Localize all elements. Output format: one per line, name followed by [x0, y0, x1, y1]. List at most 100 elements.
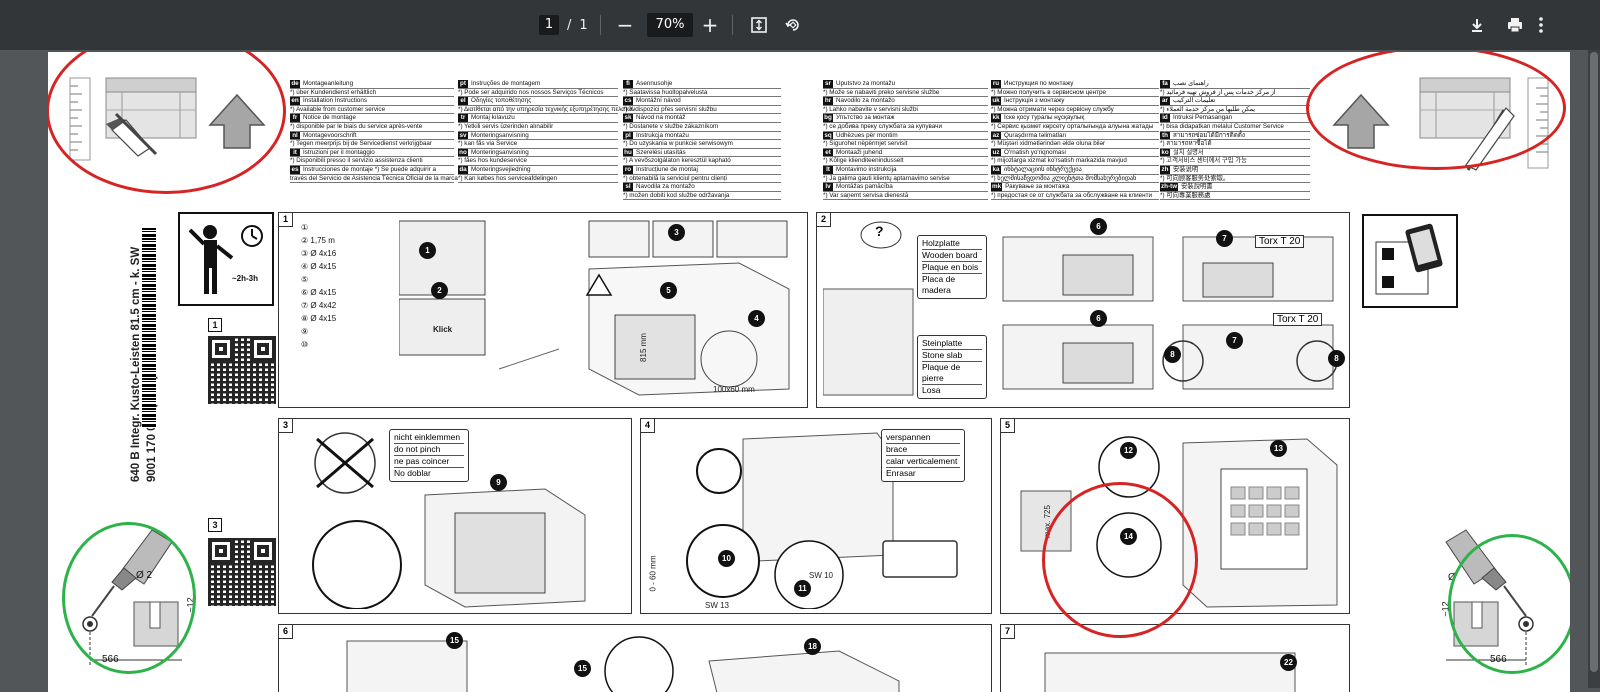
lang-code: pt	[458, 80, 468, 88]
rotate-button[interactable]	[780, 12, 806, 38]
lang-code: uz	[991, 148, 1001, 157]
badge-6a: 6	[1090, 218, 1107, 235]
stone-label-en: Stone slab	[922, 350, 982, 362]
zoom-in-button[interactable]: +	[697, 12, 723, 38]
lang-note: *) Available from customer service	[290, 105, 386, 113]
lang-title: 설치 설명서	[1173, 148, 1204, 156]
language-list-3: fi Asennusohje *) Saatavissa huoltopalvel…	[623, 80, 781, 201]
height-range: 0 - 60 mm	[648, 555, 658, 592]
print-button[interactable]	[1502, 12, 1528, 38]
lang-note: *) Sigurohet nëpërmjet servisit	[823, 140, 908, 148]
lang-note: *) kan fås via Service	[458, 140, 518, 148]
lang-note: *) Disponibili presso il servizio assist…	[290, 157, 423, 165]
qr-code-3[interactable]	[208, 538, 276, 606]
zoom-out-button[interactable]: −	[612, 12, 638, 38]
part-1: ①	[301, 223, 309, 232]
torx-label-2: Torx T 20	[1273, 313, 1323, 326]
stone-label-fr: Plaque de pierre	[922, 362, 982, 385]
lang-title: Szerelési utasítás	[636, 148, 686, 156]
lang-title: Інструкція з монтажу	[1004, 97, 1065, 105]
badge-8b: 8	[1328, 350, 1345, 367]
page-indicator: 1 / 1	[539, 13, 588, 37]
lang-note: *) се добива преку службата за купувачи	[823, 122, 942, 130]
badge-3: 3	[668, 224, 685, 241]
max-height: max. 725	[1042, 505, 1052, 538]
lang-code: sr	[823, 80, 833, 88]
badge-10: 10	[718, 550, 735, 567]
badge-5: 5	[660, 282, 677, 299]
step-panel-7: 7	[1000, 624, 1350, 692]
lang-note: *) Müştəri xidmətlərindən əldə oluna bil…	[991, 140, 1106, 148]
badge-8a: 8	[1164, 346, 1181, 363]
badge-22: 22	[1280, 654, 1297, 671]
badge-11: 11	[794, 580, 811, 597]
pdf-viewer-area[interactable]: de Montageanleitung *) über Kundendienst …	[0, 50, 1600, 692]
more-vertical-icon	[1539, 17, 1543, 33]
brace-label-en: brace	[886, 444, 960, 456]
lang-note: través del Servicio de Asistencia Técnic…	[290, 174, 458, 182]
lang-code: el	[458, 97, 468, 105]
lang-note: *) สามารถหาซื้อได้	[1160, 140, 1212, 148]
toolbar-divider	[732, 15, 733, 35]
brace-label-fr: calar verticalement	[886, 456, 960, 468]
fit-to-page-button[interactable]	[746, 12, 772, 38]
badge-7b: 7	[1226, 332, 1243, 349]
scrollbar-thumb[interactable]	[1590, 52, 1598, 672]
part-10: ⑩	[301, 340, 309, 349]
page-number-input[interactable]: 1	[539, 15, 559, 35]
lang-note: *) Pode ser adquirido nos nossos Serviço…	[458, 88, 604, 96]
lang-code: tr	[458, 114, 468, 122]
lang-code: zh	[1160, 165, 1170, 174]
lang-title: Návod na montáž	[636, 114, 686, 122]
lang-code: fr	[290, 114, 300, 122]
pinch-label-es: No doblar	[394, 468, 431, 478]
wood-label-fr: Plaque en bois	[922, 262, 982, 274]
lang-code: lt	[823, 165, 833, 174]
question-mark: ?	[875, 223, 884, 239]
lang-title: Monteringsanvisning	[471, 148, 529, 156]
lang-code: id	[1160, 114, 1170, 122]
lang-title: تعليمات التركيب	[1173, 97, 1216, 105]
rotate-icon	[785, 19, 799, 31]
lang-title: Navodila za montažo	[636, 183, 695, 191]
lang-code: en	[290, 97, 300, 105]
step-panel-1: 1 ① ② 1,75 m ③ Ø 4x16 ④ Ø 4x15 ⑤ ⑥ Ø 4x1…	[278, 212, 808, 408]
lang-title: Montaaži juhend	[836, 148, 883, 156]
lang-title: Ракување за монтажа	[1005, 183, 1070, 191]
lang-note: *) Можно получить в сервисном центре	[991, 88, 1107, 96]
panel1-illustration	[399, 220, 790, 396]
lang-title: Quraşdırma təlimatları	[1004, 131, 1067, 139]
lang-note: *) Ja galima gauti klientų aptarnavimo s…	[823, 174, 950, 182]
lang-title: Montavimo instrukcija	[836, 165, 897, 173]
language-list-5: ru Инструкция по монтажу *) Можно получит…	[991, 80, 1159, 201]
lang-code: kk	[991, 114, 1001, 122]
barcode	[142, 228, 156, 428]
lang-title: Uputstvo za montažu	[836, 80, 896, 87]
parts-list: ① ② 1,75 m ③ Ø 4x16 ④ Ø 4x15 ⑤ ⑥ Ø 4x15 …	[301, 221, 391, 351]
badge-2: 2	[431, 282, 448, 299]
brace-label-es: Enrasar	[886, 468, 916, 478]
dim-100x60: 100x60 mm	[713, 385, 755, 394]
step-panel-3: 3 nicht einklemmen do not pinch ne pas c…	[278, 418, 632, 614]
part-8: ⑧ Ø 4x15	[301, 314, 337, 323]
drill-diameter: Ø 2	[136, 570, 153, 581]
qr-code-1[interactable]	[208, 336, 276, 404]
lang-code: zh-tw	[1160, 183, 1179, 191]
lang-code: hu	[623, 148, 633, 157]
more-actions-button[interactable]	[1528, 12, 1554, 38]
print-icon	[1508, 18, 1522, 33]
lang-code: mk	[991, 183, 1003, 191]
badge-13: 13	[1270, 440, 1287, 457]
lang-title: Instruções de montagem	[471, 80, 541, 87]
lang-note: *) يمكن طلبها من مركز خدمة العملاء	[1160, 105, 1256, 113]
download-button[interactable]	[1464, 12, 1490, 38]
smartphone-icon	[1375, 223, 1443, 295]
zoom-level-input[interactable]: 70%	[647, 13, 693, 37]
badge-15b: 15	[574, 660, 591, 677]
lang-code: pl	[623, 131, 633, 140]
fit-page-icon	[751, 17, 767, 33]
lang-note: *) 可向專業服務處	[1160, 191, 1211, 199]
lang-title: Notice de montage	[303, 114, 356, 122]
lang-note: *) Može se nabaviti preko servisne služb…	[823, 88, 940, 96]
part-6: ⑥ Ø 4x15	[301, 288, 337, 297]
